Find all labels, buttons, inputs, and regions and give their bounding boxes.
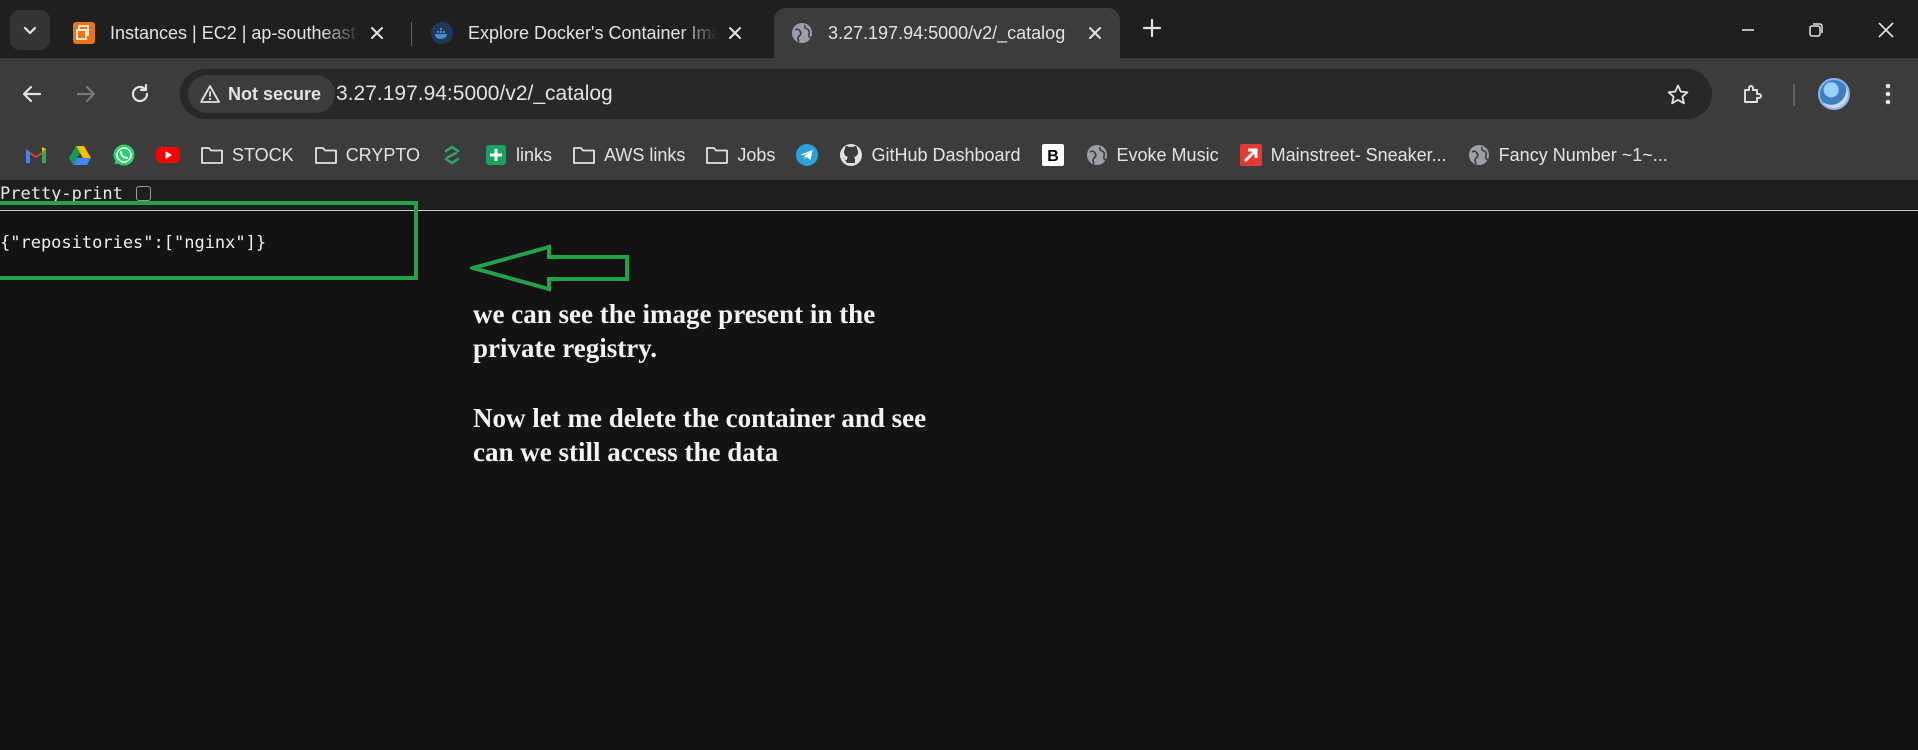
minimize-icon [1742,29,1754,31]
globe-icon [1085,143,1109,167]
annotation-text-line-3: Now let me delete the container and see [473,403,927,433]
url-text[interactable]: 3.27.197.94:5000/v2/_catalog [336,82,613,106]
telegram-icon [795,143,819,167]
plus-icon [1142,18,1162,38]
forward-button[interactable] [68,76,104,112]
bookmark-whatsapp[interactable] [104,137,144,173]
plus-sheet-icon [484,143,508,167]
folder-icon [572,143,596,167]
tab-registry-catalog[interactable]: 3.27.197.94:5000/v2/_catalog [774,8,1120,58]
highlight-box [0,201,418,280]
tab-search-button[interactable] [10,10,50,50]
close-icon[interactable] [724,22,746,44]
google-drive-icon [68,143,92,167]
bookmark-b-site[interactable]: B [1033,137,1073,173]
bookmarks-bar: STOCK CRYPTO links AWS links Jobs GitHub… [0,130,1918,180]
security-chip-label: Not secure [228,83,322,104]
tab-divider [411,22,412,46]
back-button[interactable] [14,76,50,112]
bookmark-green-logo[interactable] [432,137,472,173]
close-icon[interactable] [1084,22,1106,44]
green-logo-icon [440,143,464,167]
bookmark-telegram[interactable] [787,137,827,173]
docker-icon [430,21,454,45]
bookmark-label: CRYPTO [345,144,421,165]
bookmark-mainstreet-sneakers[interactable]: Mainstreet- Sneaker... [1231,137,1455,173]
close-window-button[interactable] [1868,12,1904,48]
toolbar-divider [1793,84,1795,106]
bookmark-github-dashboard[interactable]: GitHub Dashboard [831,137,1028,173]
annotation-text-line-2: private registry. [473,333,657,363]
annotation-text-line-1: we can see the image present in the [473,299,876,329]
arrow-left-icon [22,85,42,103]
tab-title: Instances | EC2 | ap-southeast-2 [110,22,360,43]
bookmark-label: Jobs [737,144,776,165]
warning-icon [200,84,220,104]
bookmark-label: STOCK [232,144,294,165]
folder-icon [705,143,729,167]
pretty-print-checkbox[interactable] [136,186,151,201]
menu-button[interactable] [1870,76,1906,112]
bookmark-label: Mainstreet- Sneaker... [1270,144,1447,165]
globe-icon [790,21,814,45]
red-arrow-icon [1239,143,1263,167]
bookmark-fancy-number[interactable]: Fancy Number ~1~... [1459,137,1676,173]
restore-icon [1809,23,1823,37]
tab-strip: Instances | EC2 | ap-southeast-2 Explore… [0,0,1918,58]
puzzle-icon [1744,85,1762,103]
arrow-right-icon [76,85,96,103]
svg-text:B: B [1047,148,1059,165]
security-chip[interactable]: Not secure [188,75,336,113]
folder-icon [314,143,338,167]
github-icon [839,143,863,167]
bookmark-google-drive[interactable] [60,137,100,173]
bookmark-folder-stock[interactable]: STOCK [192,137,302,173]
youtube-icon [156,143,180,167]
bookmark-links[interactable]: links [476,137,560,173]
star-icon [1667,84,1689,105]
annotation-text-line-4: can we still access the data [473,437,779,467]
b-square-icon: B [1041,143,1065,167]
bookmark-folder-crypto[interactable]: CRYPTO [306,137,428,173]
bookmark-star-button[interactable] [1664,81,1692,109]
whatsapp-icon [112,143,136,167]
bookmark-label: Fancy Number ~1~... [1498,144,1668,165]
reload-button[interactable] [122,76,158,112]
tab-title: 3.27.197.94:5000/v2/_catalog [828,22,1066,43]
restore-button[interactable] [1798,12,1834,48]
close-icon[interactable] [366,22,388,44]
profile-avatar[interactable] [1818,78,1850,110]
bookmark-evoke-music[interactable]: Evoke Music [1077,137,1227,173]
bookmark-label: Evoke Music [1116,144,1219,165]
minimize-button[interactable] [1730,12,1766,48]
gmail-icon [24,143,48,167]
tab-docker-hub[interactable]: Explore Docker's Container Image Reposit… [414,8,760,58]
extensions-button[interactable] [1735,76,1771,112]
more-vert-icon [1885,83,1891,105]
close-icon [1878,22,1894,38]
chevron-down-icon [23,26,37,35]
reload-icon [131,83,149,103]
tab-title: Explore Docker's Container Image Reposit… [468,22,718,43]
bookmark-folder-aws-links[interactable]: AWS links [564,137,693,173]
tab-ec2-instances[interactable]: Instances | EC2 | ap-southeast-2 [56,8,402,58]
aws-ec2-icon [72,21,96,45]
bookmark-label: links [516,144,553,165]
address-bar[interactable]: Not secure 3.27.197.94:5000/v2/_catalog [180,69,1712,119]
bookmark-youtube[interactable] [148,137,188,173]
new-tab-button[interactable] [1136,12,1168,44]
browser-toolbar: Not secure 3.27.197.94:5000/v2/_catalog [0,58,1918,130]
bookmark-label: GitHub Dashboard [871,144,1021,165]
globe-icon [1467,143,1491,167]
bookmark-label: AWS links [604,144,686,165]
folder-icon [200,143,224,167]
bookmark-folder-jobs[interactable]: Jobs [697,137,783,173]
bookmark-gmail[interactable] [16,137,56,173]
annotation-arrow-icon [470,244,629,292]
